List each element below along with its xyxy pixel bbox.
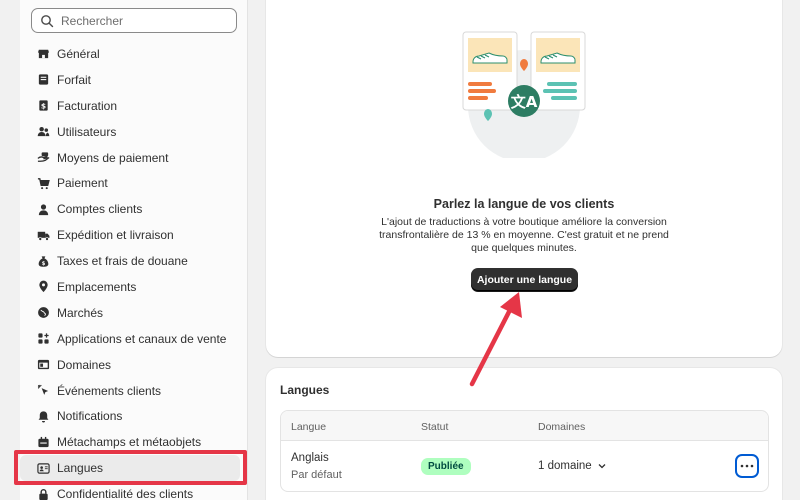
truck-icon: [36, 228, 50, 242]
svg-text:$: $: [40, 102, 45, 111]
sidebar-item-general[interactable]: Général: [20, 41, 248, 67]
more-actions-button[interactable]: [735, 454, 759, 478]
add-language-button[interactable]: Ajouter une langue: [471, 268, 578, 291]
sidebar-item-label: Général: [57, 46, 100, 61]
globe-icon: [36, 306, 50, 320]
sidebar-item-users[interactable]: Utilisateurs: [20, 119, 248, 145]
person-icon: [36, 202, 50, 216]
sidebar-item-notifications[interactable]: Notifications: [20, 403, 248, 429]
svg-text:文A: 文A: [511, 93, 538, 111]
domains-dropdown[interactable]: 1 domaine: [538, 460, 607, 472]
bell-icon: [36, 409, 50, 423]
payment-hand-icon: [36, 151, 50, 165]
sidebar-item-taxes[interactable]: $ Taxes et frais de douane: [20, 248, 248, 274]
table-header-row: Langue Statut Domaines: [281, 411, 768, 441]
empty-state-description: L'ajout de traductions à votre boutique …: [379, 216, 669, 254]
sidebar-item-apps-sales-channels[interactable]: Applications et canaux de vente: [20, 326, 248, 352]
column-header-language: Langue: [291, 421, 327, 433]
location-icon: [36, 280, 50, 294]
users-icon: [36, 125, 50, 139]
chevron-down-icon: [598, 464, 606, 469]
sidebar-item-domains[interactable]: Domaines: [20, 352, 248, 378]
settings-sidebar: Général Forfait $ Facturation Utilisateu…: [20, 0, 248, 500]
search-bar[interactable]: [31, 8, 237, 33]
sidebar-item-payment-methods[interactable]: Moyens de paiement: [20, 145, 248, 171]
sidebar-item-label: Paiement: [57, 176, 108, 191]
translation-illustration: 文A: [462, 31, 586, 158]
apps-icon: [36, 332, 50, 346]
language-icon: [36, 461, 50, 475]
sidebar-item-label: Forfait: [57, 72, 92, 87]
sidebar-item-markets[interactable]: Marchés: [20, 300, 248, 326]
sidebar-item-label: Expédition et livraison: [57, 228, 174, 243]
sidebar-item-label: Facturation: [57, 98, 118, 113]
svg-text:$: $: [41, 261, 45, 267]
sidebar-item-plan[interactable]: Forfait: [20, 67, 248, 93]
languages-section-title: Langues: [280, 383, 330, 397]
languages-list-card: Langues Langue Statut Domaines Anglais P…: [266, 368, 782, 500]
sidebar-item-customer-events[interactable]: Événements clients: [20, 378, 248, 404]
language-default-label: Par défaut: [291, 469, 342, 481]
sidebar-item-label: Emplacements: [57, 279, 137, 294]
table-row: Anglais Par défaut Publiée 1 domaine: [281, 441, 768, 491]
billing-icon: $: [36, 99, 50, 113]
sidebar-item-languages[interactable]: Langues: [20, 455, 240, 482]
sidebar-item-customer-accounts[interactable]: Comptes clients: [20, 196, 248, 222]
cart-icon: [36, 176, 50, 190]
sidebar-item-label: Notifications: [57, 409, 123, 424]
plan-icon: [36, 73, 50, 87]
column-header-status: Statut: [421, 421, 449, 433]
status-badge: Publiée: [421, 458, 471, 475]
search-icon: [41, 14, 54, 27]
settings-nav: Général Forfait $ Facturation Utilisateu…: [20, 41, 248, 500]
sidebar-item-metafields[interactable]: Métachamps et métaobjets: [20, 429, 248, 455]
sidebar-item-label: Utilisateurs: [57, 124, 117, 139]
languages-table: Langue Statut Domaines Anglais Par défau…: [280, 410, 769, 492]
sidebar-item-label: Événements clients: [57, 383, 162, 398]
search-input[interactable]: [61, 13, 231, 28]
languages-empty-state-card: 文A Parlez la langue de vos clients L'ajo…: [266, 0, 782, 357]
sidebar-item-label: Applications et canaux de vente: [57, 331, 227, 346]
domain-icon: [36, 358, 50, 372]
sidebar-item-label: Moyens de paiement: [57, 150, 169, 165]
store-icon: [36, 47, 50, 61]
metafield-icon: [36, 435, 50, 449]
sidebar-item-label: Taxes et frais de douane: [57, 254, 188, 269]
lock-icon: [36, 487, 50, 500]
domains-count: 1 domaine: [538, 460, 592, 472]
language-name: Anglais: [291, 452, 329, 464]
money-bag-icon: $: [36, 254, 50, 268]
cursor-icon: [36, 384, 50, 398]
sidebar-item-label: Métachamps et métaobjets: [57, 435, 202, 450]
sidebar-item-label: Confidentialité des clients: [57, 487, 194, 500]
sidebar-item-label: Domaines: [57, 357, 112, 372]
ellipsis-icon: [740, 464, 754, 468]
sidebar-item-customer-privacy[interactable]: Confidentialité des clients: [20, 481, 248, 500]
sidebar-item-shipping[interactable]: Expédition et livraison: [20, 222, 248, 248]
sidebar-item-billing[interactable]: $ Facturation: [20, 93, 248, 119]
column-header-domains: Domaines: [538, 421, 586, 433]
empty-state-title: Parlez la langue de vos clients: [433, 197, 615, 211]
sidebar-item-label: Marchés: [57, 305, 104, 320]
sidebar-item-locations[interactable]: Emplacements: [20, 274, 248, 300]
sidebar-item-label: Langues: [57, 461, 104, 476]
sidebar-item-checkout[interactable]: Paiement: [20, 170, 248, 196]
sidebar-item-label: Comptes clients: [57, 202, 143, 217]
